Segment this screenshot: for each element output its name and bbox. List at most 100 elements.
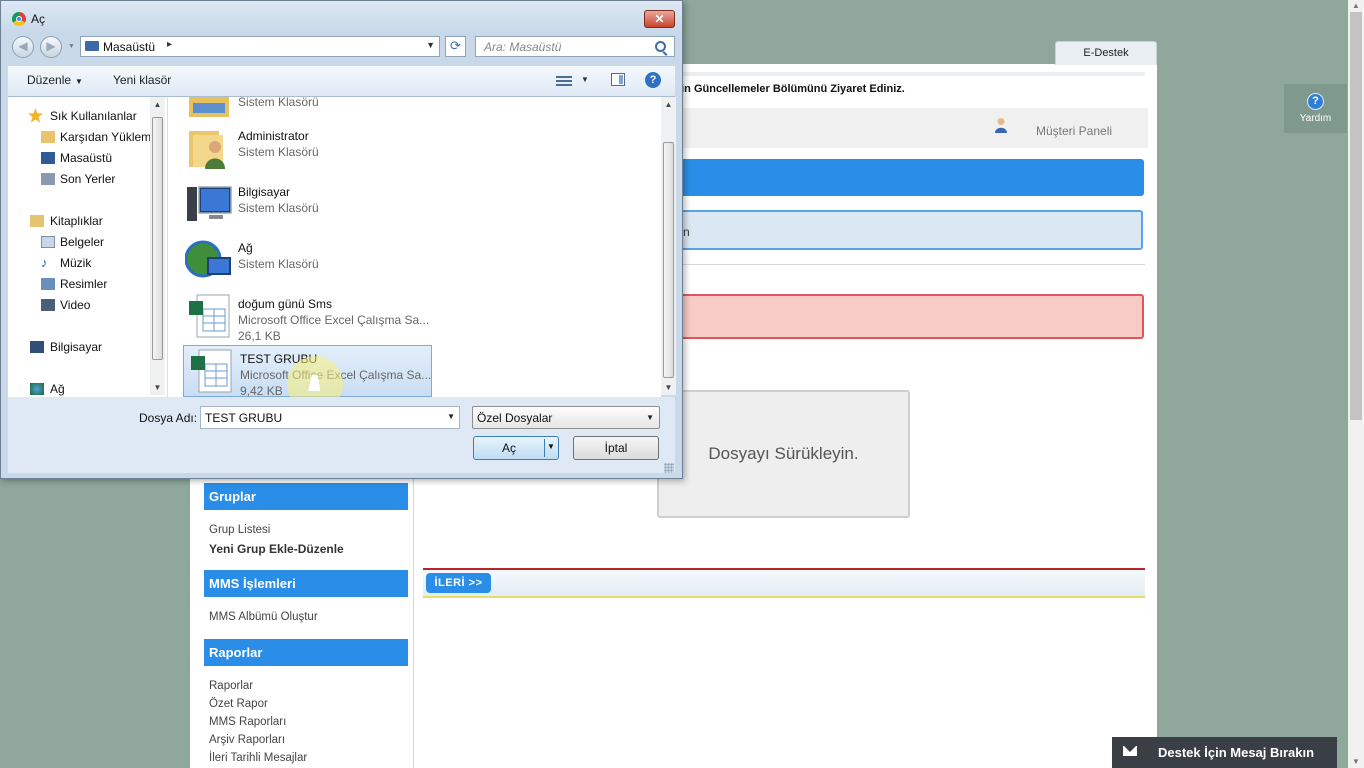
sidebar-link-scheduled-messages[interactable]: İleri Tarihli Mesajlar [209, 752, 307, 764]
nav-pane-scrollbar[interactable]: ▲ ▼ [150, 97, 165, 395]
address-bar[interactable]: Masaüstü ▸ ▼ [80, 36, 440, 57]
open-button[interactable]: Aç ▼ [473, 436, 559, 460]
sidebar-header-groups[interactable]: Gruplar [204, 483, 408, 510]
open-options-dropdown-icon[interactable]: ▼ [547, 442, 555, 451]
forward-button[interactable]: ▶ [40, 36, 62, 58]
info-band: n [675, 210, 1143, 250]
sidebar-header-mms[interactable]: MMS İşlemleri [204, 570, 408, 597]
nav-computer[interactable]: Bilgisayar [50, 340, 102, 354]
file-type: Sistem Klasörü [238, 257, 319, 271]
nav-downloads[interactable]: Karşıdan Yüklem [60, 130, 151, 144]
search-placeholder: Ara: Masaüstü [484, 40, 562, 54]
cancel-button[interactable]: İptal [573, 436, 659, 460]
file-type-select[interactable]: Özel Dosyalar ▼ [472, 406, 660, 429]
file-drop-zone[interactable]: Dosyayı Sürükleyin. [657, 390, 910, 518]
desktop-icon [85, 41, 99, 51]
scroll-down-arrow-icon[interactable]: ▼ [1348, 756, 1364, 768]
sidebar-header-reports[interactable]: Raporlar [204, 639, 408, 666]
preview-pane-icon[interactable] [611, 73, 625, 86]
nav-recent-places[interactable]: Son Yerler [60, 172, 115, 186]
chevron-down-icon[interactable]: ▼ [447, 412, 455, 421]
nav-favorites[interactable]: Sık Kullanılanlar [50, 109, 137, 123]
breadcrumb-chevron-icon[interactable]: ▸ [167, 39, 172, 50]
back-button[interactable]: ◀ [12, 36, 34, 58]
network-icon [30, 383, 44, 395]
blue-info-band [675, 159, 1144, 196]
file-name: doğum günü Sms [238, 297, 333, 311]
sidebar-link-group-list[interactable]: Grup Listesi [209, 524, 270, 536]
nav-network[interactable]: Ağ [50, 382, 65, 396]
file-item[interactable]: Sistem Klasörü [182, 97, 432, 125]
view-options-icon[interactable] [556, 74, 572, 88]
new-folder-button[interactable]: Yeni klasör [113, 73, 171, 87]
file-item[interactable]: Bilgisayar Sistem Klasörü [182, 179, 432, 231]
sidebar-link-archive-reports[interactable]: Arşiv Raporları [209, 734, 285, 746]
desktop-icon [41, 152, 55, 164]
refresh-button[interactable]: ⟳ [445, 36, 466, 57]
open-button-label: Aç [501, 441, 516, 455]
file-scroll-thumb[interactable] [663, 142, 674, 378]
breadcrumb-desktop[interactable]: Masaüstü [103, 40, 155, 54]
file-type-value: Özel Dosyalar [477, 411, 553, 425]
nav-music[interactable]: Müzik [60, 256, 91, 270]
support-chat-bar[interactable]: Destek İçin Mesaj Bırakın [1112, 737, 1337, 768]
sidebar-link-mms-reports[interactable]: MMS Raporları [209, 716, 286, 728]
nav-scroll-thumb[interactable] [152, 117, 163, 360]
file-name: Administrator [238, 129, 309, 143]
scroll-up-arrow-icon[interactable]: ▲ [150, 100, 165, 109]
scroll-down-arrow-icon[interactable]: ▼ [150, 383, 165, 392]
search-icon[interactable] [655, 41, 666, 52]
chevron-down-icon: ▼ [646, 413, 654, 422]
sidebar-link-reports[interactable]: Raporlar [209, 680, 253, 692]
file-list-scrollbar[interactable]: ▲ ▼ [661, 97, 676, 395]
user-folder-icon [189, 131, 225, 169]
help-widget[interactable]: ? Yardım [1284, 84, 1347, 133]
nav-videos[interactable]: Video [60, 298, 90, 312]
star-icon [28, 108, 43, 123]
file-item[interactable]: Administrator Sistem Klasörü [182, 123, 432, 175]
scroll-up-arrow-icon[interactable]: ▲ [661, 100, 676, 109]
folder-icon [189, 97, 229, 117]
nav-pictures[interactable]: Resimler [60, 277, 107, 291]
mail-icon [1123, 746, 1137, 756]
help-icon: ? [1307, 93, 1324, 110]
nav-documents[interactable]: Belgeler [60, 235, 104, 249]
dialog-titlebar[interactable] [1, 1, 682, 35]
view-options-dropdown-icon[interactable]: ▼ [581, 75, 589, 84]
divider [675, 264, 1145, 265]
nav-desktop[interactable]: Masaüstü [60, 151, 112, 165]
file-type: Microsoft Office Excel Çalışma Sa... [238, 313, 430, 327]
organize-button[interactable]: Düzenle ▼ [27, 73, 83, 87]
file-name: Bilgisayar [238, 185, 291, 199]
next-button[interactable]: İLERİ >> [426, 573, 491, 593]
organize-label: Düzenle [27, 73, 72, 87]
scroll-down-arrow-icon[interactable]: ▼ [661, 383, 676, 392]
filename-input[interactable]: TEST GRUBU ▼ [200, 406, 460, 429]
documents-icon [41, 236, 55, 248]
support-chat-label: Destek İçin Mesaj Bırakın [1158, 745, 1315, 760]
libraries-icon [30, 215, 44, 227]
sidebar-link-mms-album[interactable]: MMS Albümü Oluştur [209, 611, 318, 623]
sidebar-link-summary-report[interactable]: Özet Rapor [209, 698, 268, 710]
page-scrollbar[interactable]: ▲ ▼ [1348, 0, 1364, 768]
close-button[interactable]: ✕ [644, 10, 675, 28]
recent-locations-dropdown-icon[interactable]: ▼ [68, 43, 75, 50]
search-input[interactable]: Ara: Masaüstü [475, 36, 675, 57]
customer-panel-link[interactable]: Müşteri Paneli [1036, 124, 1112, 138]
scroll-up-arrow-icon[interactable]: ▲ [1348, 0, 1364, 12]
address-dropdown-icon[interactable]: ▼ [426, 40, 435, 50]
open-file-dialog: Aç ✕ ◀ ▶ ▼ Masaüstü ▸ ▼ ⟳ Ara: Masaüstü … [0, 0, 683, 479]
file-name: Ağ [238, 241, 253, 255]
help-button[interactable]: ? [645, 72, 661, 88]
user-icon [995, 118, 1007, 133]
file-item[interactable]: Ağ Sistem Klasörü [182, 235, 432, 287]
video-icon [41, 299, 55, 311]
resize-grip-icon[interactable] [664, 463, 674, 473]
page-scroll-thumb[interactable] [1350, 12, 1362, 420]
nav-libraries[interactable]: Kitaplıklar [50, 214, 103, 228]
file-item[interactable]: doğum günü Sms Microsoft Office Excel Ça… [182, 291, 432, 343]
filename-label: Dosya Adı: [139, 411, 198, 425]
sidebar-divider [413, 478, 414, 768]
sidebar-link-new-group[interactable]: Yeni Grup Ekle-Düzenle [209, 542, 344, 556]
tab-e-destek[interactable]: E-Destek [1055, 41, 1157, 65]
